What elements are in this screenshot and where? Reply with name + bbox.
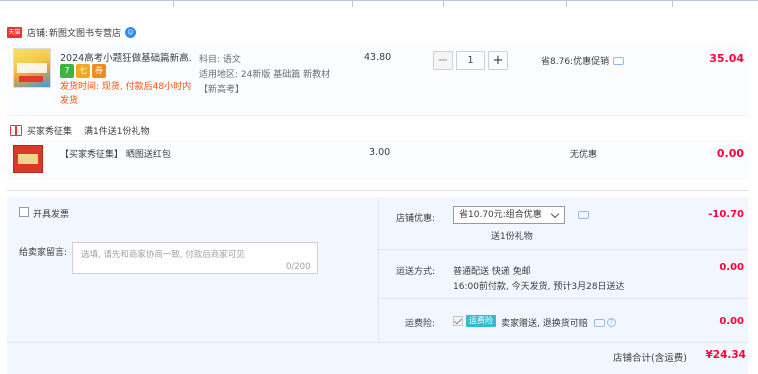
shop-coupon-label: 店铺优惠: [396, 214, 436, 224]
comment-icon[interactable] [613, 56, 625, 65]
row-divider [378, 249, 748, 250]
promo-saving-text: 省8.76:优惠促销 [541, 57, 610, 67]
top-table-rule [0, 0, 758, 7]
guarantee-icon: 七 [76, 64, 90, 78]
shop-header: 天猫 店铺: 新图文图书专营店 ☺ [7, 24, 137, 40]
product-title-link[interactable]: 2024高考小题狂做基础篇新高... [60, 50, 192, 64]
shop-coupon-selected: 省10.70元:组合优惠 [459, 210, 542, 220]
gift-thumbnail-band [18, 154, 38, 164]
region-attr: 适用地区: 24新版 基础篇 新教材 [199, 67, 330, 80]
quantity-input[interactable]: 1 [456, 51, 485, 70]
column-marker [566, 1, 567, 7]
invoice-checkbox[interactable] [19, 207, 29, 217]
gift-desc: 满1件送1份礼物 [84, 127, 150, 137]
help-icon[interactable]: ? [606, 318, 616, 327]
region-value: 24新版 基础篇 新教材 [240, 70, 331, 80]
subject-label: 科目: [199, 55, 221, 65]
quantity-stepper: − 1 + [433, 51, 508, 70]
gift-item-row [7, 140, 748, 180]
gift-price: 3.00 [369, 147, 391, 158]
comment-icon[interactable] [593, 318, 605, 327]
message-placeholder: 选填, 请先和商家协商一致, 付款后商家可见 [81, 250, 245, 260]
chat-bubble-icon[interactable]: ☺ [125, 26, 137, 38]
tmall-badge: 天猫 [7, 26, 22, 38]
promo-saving: 省8.76:优惠促销 [541, 54, 625, 67]
region-label: 适用地区: [199, 70, 239, 80]
summary-value: ¥24.34 [705, 349, 746, 361]
row-divider [378, 298, 748, 299]
subject-attr: 科目: 语文 [199, 52, 241, 65]
column-marker [173, 1, 174, 7]
delivery-label: 运送方式: [396, 267, 436, 277]
insurance-desc: 卖家赠送, 退换货可赔 [501, 319, 588, 329]
delivery-eta: 16:00前付款, 今天发货, 预计3月28日送达 [453, 282, 625, 292]
section-divider [7, 190, 748, 191]
shop-label: 店铺: [27, 28, 49, 39]
gift-promo-header: 买家秀征集 满1件送1份礼物 [10, 124, 149, 137]
insurance-checkbox[interactable] [453, 316, 463, 326]
thumbnail-band [17, 63, 47, 73]
comment-icon[interactable] [578, 211, 589, 219]
message-label: 给卖家留言: [19, 248, 68, 258]
chevron-down-icon [550, 209, 560, 219]
invoice-label[interactable]: 开具发票 [33, 207, 69, 220]
shop-coupon-value: -10.70 [708, 209, 744, 220]
return-7day-icon: 7 [60, 64, 74, 78]
column-marker [672, 1, 673, 7]
delivery-value: 0.00 [719, 262, 744, 273]
service-tags: 7 七 券 [60, 64, 106, 78]
insurance-label: 运费险: [405, 319, 436, 329]
quantity-plus-button[interactable]: + [488, 51, 508, 70]
delivery-method: 普通配送 快递 免邮 [453, 267, 531, 277]
summary-label: 店铺合计(含运费) [613, 353, 687, 364]
gift-thumbnail[interactable] [13, 145, 43, 173]
region-attr-2: 【新高考】 [199, 85, 245, 95]
gift-title: 买家秀征集 [27, 127, 73, 137]
product-thumbnail[interactable] [13, 48, 51, 88]
thumbnail-band [19, 76, 43, 82]
shipping-time: 发货时间: 现货, 付款后48小时内发货 [60, 82, 192, 106]
shop-name-link[interactable]: 新图文图书专营店 [49, 26, 121, 39]
column-marker [352, 1, 353, 7]
insurance-value: 0.00 [719, 316, 744, 327]
gift-icon [10, 125, 22, 136]
coupon-gift-note: 送1份礼物 [491, 232, 533, 242]
quantity-minus-button[interactable]: − [433, 51, 453, 70]
unit-price: 43.80 [364, 52, 392, 63]
item-total: 35.04 [709, 52, 744, 65]
insurance-desc-wrap: 卖家赠送, 退换货可赔 ? [501, 316, 616, 329]
shop-coupon-select[interactable]: 省10.70元:组合优惠 [453, 206, 565, 224]
insurance-tag: 运费险 [466, 315, 496, 327]
column-marker [443, 1, 444, 7]
subject-value: 语文 [222, 55, 241, 65]
coupon-icon: 券 [92, 64, 106, 78]
gift-item-name[interactable]: 【买家秀征集】 晒图送红包 [60, 147, 171, 160]
gift-total: 0.00 [716, 147, 744, 160]
message-char-count: 0/200 [286, 262, 311, 272]
gift-discount: 无优惠 [570, 150, 598, 160]
